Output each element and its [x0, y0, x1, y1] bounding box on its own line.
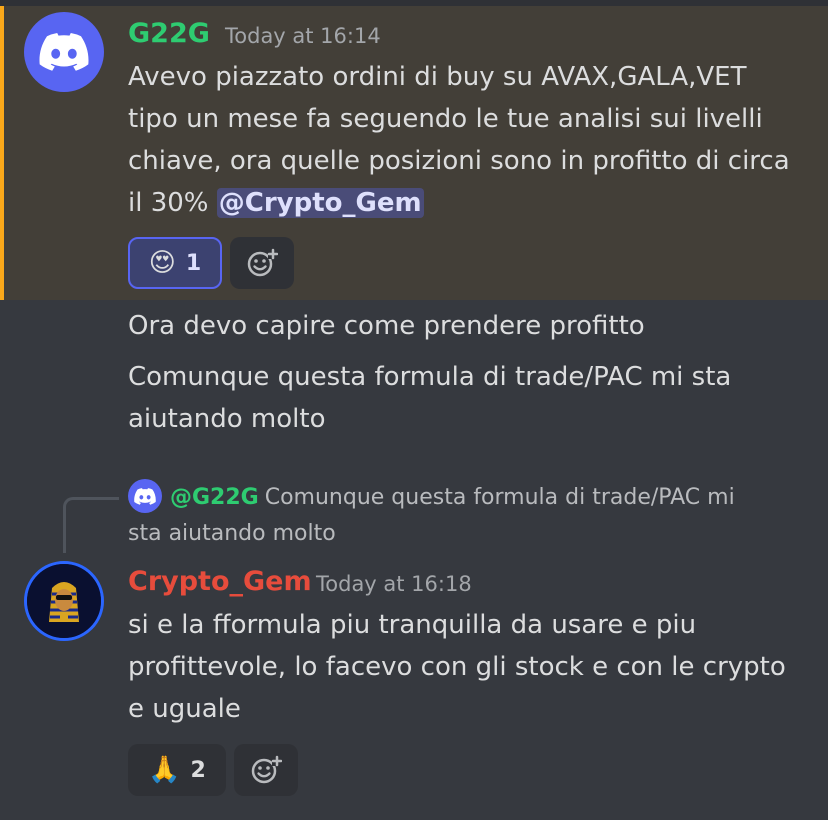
reaction-count: 1 — [185, 250, 202, 276]
message-line: e uguale — [128, 694, 241, 724]
reply-connector — [63, 497, 119, 553]
message-timestamp: Today at 16:18 — [316, 572, 472, 596]
heart-eyes-emoji-icon: 😍 — [148, 248, 176, 278]
reaction-pray[interactable]: 🙏 2 — [128, 744, 226, 796]
add-reaction-button[interactable] — [234, 744, 298, 796]
username-g22g[interactable]: G22G — [128, 18, 210, 49]
followup-message: Comunque questa formula di trade/PAC mi … — [128, 356, 818, 440]
message-line: chiave, ora quelle posizioni sono in pro… — [128, 146, 790, 176]
reply-reference[interactable]: @G22G Comunque questa formula di trade/PA… — [128, 479, 808, 552]
reaction-heart-eyes[interactable]: 😍 1 — [128, 237, 222, 289]
message-text: il 30% — [128, 188, 209, 218]
discord-logo-icon — [134, 487, 156, 505]
add-reaction-icon — [251, 755, 282, 784]
discord-logo-icon — [39, 33, 89, 71]
message-line: profittevole, lo facevo con gli stock e … — [128, 652, 786, 682]
message-line: Comunque questa formula di trade/PAC mi … — [128, 362, 732, 392]
pharaoh-avatar-icon — [27, 564, 101, 638]
message-line: si e la fformula piu tranquilla da usare… — [128, 610, 697, 640]
message-line: Avevo piazzato ordini di buy su AVAX,GAL… — [128, 62, 747, 92]
add-reaction-icon — [247, 248, 278, 277]
followup-message: Ora devo capire come prendere profitto — [128, 311, 645, 341]
user-avatar-g22g[interactable] — [24, 12, 104, 92]
message-line: il 30% @Crypto_Gem — [128, 182, 818, 224]
reply-snippet: Comunque questa formula di trade/PAC mi — [264, 485, 735, 510]
username-crypto-gem[interactable]: Crypto_Gem — [128, 566, 312, 597]
reaction-count: 2 — [190, 757, 206, 783]
add-reaction-button[interactable] — [230, 237, 294, 289]
reply-snippet-line2: sta aiutando molto — [128, 521, 336, 546]
message-line: aiutando molto — [128, 404, 326, 434]
message-content: si e la fformula piu tranquilla da usare… — [128, 604, 818, 730]
reply-avatar — [128, 479, 162, 513]
user-avatar-crypto-gem[interactable] — [24, 561, 104, 641]
user-mention[interactable]: @Crypto_Gem — [216, 188, 424, 218]
folded-hands-emoji-icon: 🙏 — [148, 755, 181, 785]
message-content: Avevo piazzato ordini di buy su AVAX,GAL… — [128, 56, 818, 224]
message-line: tipo un mese fa seguendo le tue analisi … — [128, 104, 763, 134]
reply-username[interactable]: @G22G — [170, 485, 259, 510]
message-timestamp: Today at 16:14 — [225, 24, 381, 48]
